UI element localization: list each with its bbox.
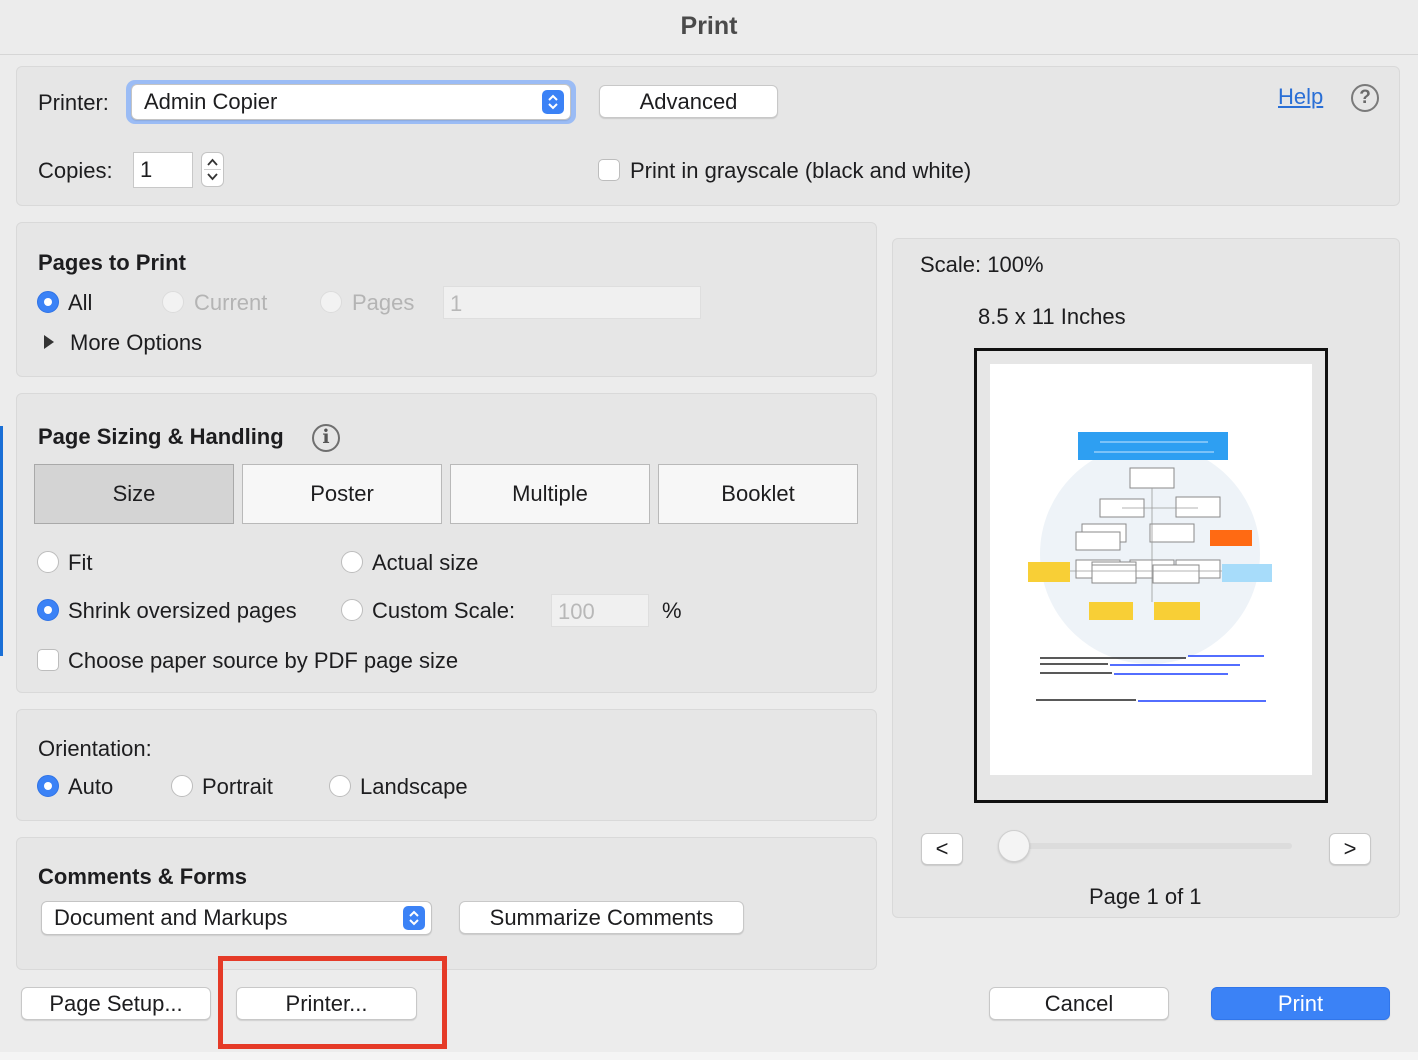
orientation-auto-label: Auto (68, 774, 114, 799)
copies-input[interactable]: 1 (133, 152, 193, 188)
printer-button-highlight (218, 956, 447, 1049)
pages-current-radio[interactable] (162, 291, 184, 313)
pages-all-label: All (68, 290, 93, 315)
tab-poster[interactable]: Poster (242, 464, 442, 524)
comments-forms-select-value: Document and Markups (54, 905, 288, 930)
orientation-landscape-label: Landscape (360, 774, 468, 799)
prev-page-button[interactable]: < (921, 833, 963, 865)
more-options-toggle[interactable]: More Options (70, 330, 202, 356)
page-preview-frame (974, 348, 1328, 803)
disclosure-triangle-icon[interactable] (44, 335, 54, 349)
orientation-heading: Orientation: (38, 736, 152, 761)
page-slider-thumb[interactable] (998, 830, 1030, 862)
orientation-portrait-radio[interactable] (171, 775, 193, 797)
tab-booklet[interactable]: Booklet (658, 464, 858, 524)
summarize-comments-button[interactable]: Summarize Comments (459, 901, 744, 934)
shrink-oversized-radio[interactable] (37, 599, 59, 621)
page-preview-sheet (990, 364, 1312, 775)
fit-radio[interactable] (37, 551, 59, 573)
print-button[interactable]: Print (1211, 987, 1390, 1020)
help-link[interactable]: Help (1278, 84, 1323, 110)
tab-multiple[interactable]: Multiple (450, 464, 650, 524)
copies-stepper[interactable] (201, 152, 224, 187)
pages-range-label: Pages (352, 290, 415, 315)
custom-scale-label: Custom Scale: (372, 598, 516, 623)
comments-forms-select[interactable]: Document and Markups (41, 901, 432, 935)
percent-label: % (662, 598, 682, 623)
actual-size-label: Actual size (372, 550, 479, 575)
shrink-oversized-label: Shrink oversized pages (68, 598, 297, 623)
paper-size-label: 8.5 x 11 Inches (978, 304, 1126, 329)
print-dialog: Print Printer: Admin Copier Advanced Hel… (0, 0, 1418, 1060)
info-icon[interactable]: i (312, 424, 340, 452)
actual-size-radio[interactable] (341, 551, 363, 573)
pages-current-label: Current (194, 290, 268, 315)
copies-label: Copies: (38, 158, 113, 183)
page-thumbnail-image (1028, 432, 1272, 702)
dialog-title: Print (0, 0, 1418, 55)
custom-scale-input[interactable]: 100 (551, 594, 649, 627)
page-sizing-heading: Page Sizing & Handling (38, 424, 284, 449)
page-indicator: Page 1 of 1 (1089, 884, 1202, 909)
grayscale-checkbox[interactable] (598, 159, 620, 181)
page-setup-button[interactable]: Page Setup... (21, 987, 211, 1020)
cancel-button[interactable]: Cancel (989, 987, 1169, 1020)
next-page-button[interactable]: > (1329, 833, 1371, 865)
advanced-button[interactable]: Advanced (599, 85, 778, 118)
comments-forms-heading: Comments & Forms (38, 864, 248, 889)
orientation-panel (16, 709, 877, 821)
paper-source-label: Choose paper source by PDF page size (68, 648, 459, 673)
pages-all-radio[interactable] (37, 291, 59, 313)
paper-source-checkbox[interactable] (37, 649, 59, 671)
printer-select[interactable]: Admin Copier (131, 84, 571, 120)
page-slider-track[interactable] (1010, 843, 1292, 849)
printer-label: Printer: (38, 90, 109, 115)
tab-size[interactable]: Size (34, 464, 234, 524)
orientation-portrait-label: Portrait (202, 774, 273, 799)
chevron-updown-icon (403, 906, 425, 930)
pages-to-print-heading: Pages to Print (38, 250, 186, 275)
pages-range-radio[interactable] (320, 291, 342, 313)
orientation-landscape-radio[interactable] (329, 775, 351, 797)
pages-range-input[interactable]: 1 (443, 286, 701, 319)
stepper-arrows-icon (204, 158, 221, 181)
orientation-auto-radio[interactable] (37, 775, 59, 797)
fit-label: Fit (68, 550, 93, 575)
grayscale-label: Print in grayscale (black and white) (630, 158, 972, 183)
printer-select-value: Admin Copier (144, 89, 278, 114)
custom-scale-radio[interactable] (341, 599, 363, 621)
background-window-accent (0, 426, 3, 656)
background-window-edge (0, 1052, 1418, 1060)
scale-label: Scale: 100% (920, 252, 1044, 277)
help-icon[interactable]: ? (1351, 84, 1379, 112)
chevron-updown-icon (542, 90, 564, 114)
